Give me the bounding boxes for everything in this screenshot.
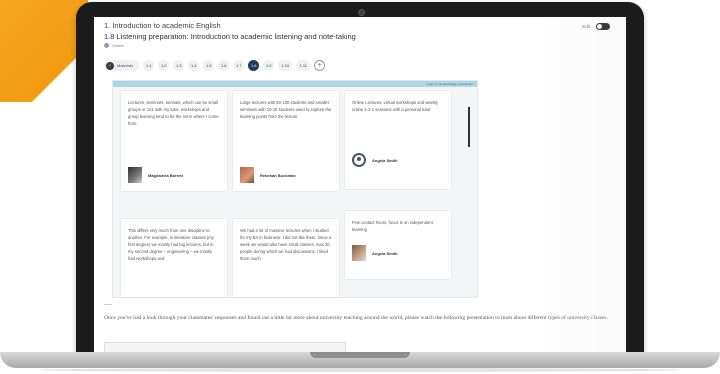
step-1-2[interactable]: 1.2	[158, 60, 170, 71]
card-author: Angela Smith	[352, 245, 398, 261]
body-paragraph: Once you've had a look through your clas…	[104, 315, 608, 321]
screen-glare	[514, 17, 626, 352]
status-indicator: Online	[104, 43, 616, 48]
card-author-name: Angela Smith	[372, 250, 398, 256]
avatar	[352, 245, 366, 261]
card-author: Magdalena Barrett	[128, 167, 183, 183]
avatar	[128, 167, 142, 183]
orange-accent-shape	[0, 0, 88, 102]
laptop-notch	[310, 352, 410, 358]
card-text: Large lectures with 50-100 students and …	[240, 100, 332, 119]
card-author-name: Angela Smith	[372, 157, 398, 163]
padlet-board: Learn on Sourcewidge contribution Lectur…	[112, 80, 478, 298]
step-1-5[interactable]: 1.5	[203, 60, 215, 71]
board-header-label: Learn on Sourcewidge contribution	[426, 81, 473, 86]
card-author-name: Magdalena Barrett	[148, 172, 183, 178]
board-header-bar: Learn on Sourcewidge contribution	[113, 81, 477, 87]
camera-icon	[358, 9, 365, 16]
card-text: We had a lot of massive lectures when I …	[240, 228, 332, 261]
materials-button[interactable]: ‹ Materials	[104, 60, 140, 71]
step-1-9[interactable]: 1.9	[263, 60, 275, 71]
edit-toggle[interactable]	[596, 23, 610, 30]
card-author: Rebekah Buckman	[240, 167, 296, 183]
response-card[interactable]: We had a lot of massive lectures when I …	[233, 219, 339, 297]
response-card[interactable]: This differs very much from one discipli…	[121, 219, 227, 297]
card-text: Online Lectures, virtual workshops and w…	[352, 100, 439, 112]
status-dot-icon	[104, 43, 109, 48]
step-1-1[interactable]: 1.1	[143, 60, 155, 71]
card-text: Few contact hours, focus is on independe…	[352, 220, 433, 232]
response-card[interactable]: Online Lectures, virtual workshops and w…	[345, 91, 451, 189]
card-text: This differs very much from one discipli…	[128, 228, 214, 261]
add-step-icon[interactable]: +	[314, 60, 326, 71]
laptop-shadow	[40, 368, 680, 372]
response-card[interactable]: Few contact hours, focus is on independe…	[345, 211, 451, 279]
laptop-screen: 1. Introduction to academic English 1.8 …	[94, 17, 626, 352]
page-header: 1. Introduction to academic English 1.8 …	[104, 21, 616, 48]
user-avatar-icon	[352, 153, 366, 167]
step-title: 1.8 Listening preparation: Introduction …	[104, 32, 356, 41]
presentation-embed[interactable]	[104, 342, 346, 352]
card-author-name: Rebekah Buckman	[260, 172, 296, 178]
step-1-4[interactable]: 1.4	[188, 60, 200, 71]
divider	[104, 304, 112, 305]
response-card[interactable]: Lectures, seminars, tutorials, which can…	[121, 91, 227, 191]
step-1-11[interactable]: 1.11	[296, 60, 311, 71]
step-1-8-current[interactable]: 1.8	[248, 60, 260, 71]
step-1-6[interactable]: 1.6	[218, 60, 230, 71]
board-scrollbar[interactable]	[468, 107, 470, 147]
materials-label: Materials	[117, 63, 134, 68]
step-navigation: ‹ Materials 1.1 1.2 1.3 1.4 1.5 1.6 1.7 …	[104, 60, 326, 71]
step-1-10[interactable]: 1.10	[278, 60, 293, 71]
avatar	[240, 167, 254, 183]
chevron-left-icon: ‹	[106, 61, 114, 70]
card-text: Lectures, seminars, tutorials, which can…	[128, 100, 219, 126]
card-author: Angela Smith	[352, 153, 398, 167]
edit-label: Edit	[582, 24, 590, 29]
edit-control[interactable]: Edit	[582, 23, 610, 30]
status-label: Online	[112, 43, 124, 48]
step-1-7[interactable]: 1.7	[233, 60, 245, 71]
response-card[interactable]: Large lectures with 50-100 students and …	[233, 91, 339, 191]
step-1-3[interactable]: 1.3	[173, 60, 185, 71]
course-title: 1. Introduction to academic English	[104, 21, 221, 30]
